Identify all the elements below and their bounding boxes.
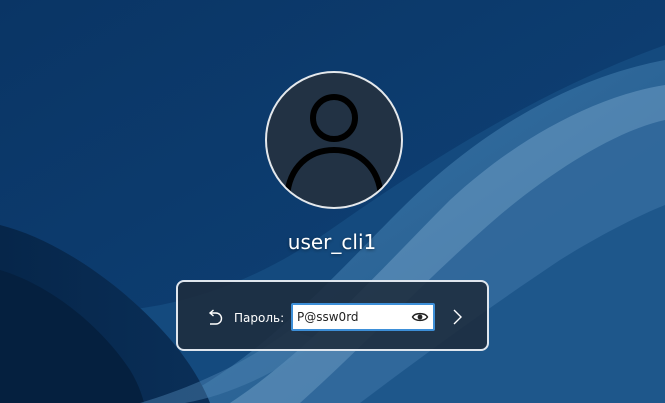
submit-button[interactable] <box>448 307 466 327</box>
password-input[interactable] <box>297 308 405 326</box>
back-button[interactable] <box>203 307 225 329</box>
password-label: Пароль: <box>234 311 285 325</box>
eye-icon <box>411 312 429 322</box>
login-screen: user_cli1 Пароль: <box>0 0 665 403</box>
chevron-right-icon <box>453 309 462 325</box>
login-panel: Пароль: <box>176 280 489 351</box>
user-silhouette-icon <box>284 94 384 198</box>
password-field <box>291 303 435 331</box>
undo-arrow-icon <box>208 309 223 325</box>
user-avatar <box>265 71 403 209</box>
reveal-password-button[interactable] <box>411 309 429 325</box>
username-label: user_cli1 <box>287 230 377 254</box>
